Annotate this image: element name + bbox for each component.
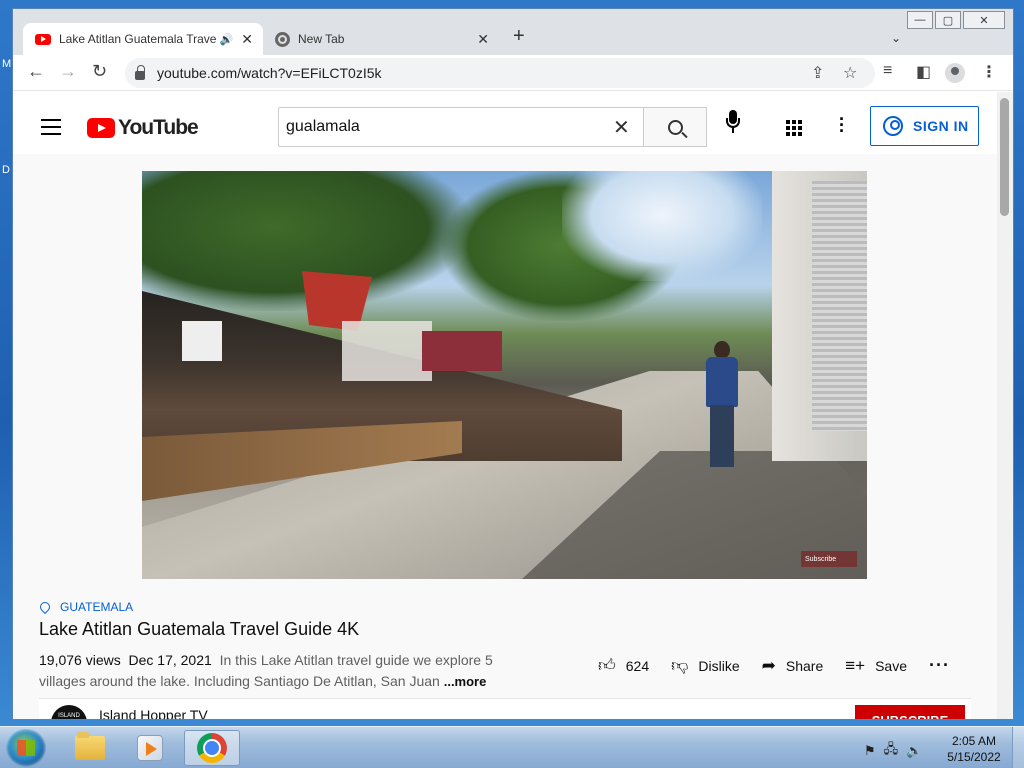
video-title: Lake Atitlan Guatemala Travel Guide 4K [39,619,360,639]
side-panel-icon[interactable]: ◧ [916,62,931,82]
start-button[interactable] [6,729,46,767]
url-text: youtube.com/watch?v=EFiLCT0zI5k [157,65,382,81]
bookmark-star-icon[interactable]: ☆ [843,63,857,83]
video-walking-person [700,341,744,471]
tab-search-chevron-icon[interactable]: ⌄ [891,31,901,45]
tab-title: New Tab [298,32,345,46]
show-desktop-button[interactable] [1012,727,1024,768]
video-description[interactable]: 19,076 views Dec 17, 2021 In this Lake A… [39,650,509,692]
save-button[interactable]: ≡+ Save [845,656,907,676]
title-bar: — ▢ ✕ Lake Atitlan Guatemala Travel Guid… [13,9,1013,55]
hamburger-menu-icon[interactable] [41,119,61,140]
add-to-playlist-icon: ≡+ [845,655,866,675]
tab-new-tab[interactable]: New Tab ✕ [265,23,499,55]
chrome-favicon-icon [275,31,290,47]
maximize-button[interactable]: ▢ [935,11,961,29]
folder-icon [75,732,105,760]
tab-close-icon[interactable]: ✕ [241,31,253,48]
youtube-favicon-icon [35,33,51,45]
settings-kebab-icon[interactable]: · · · [839,110,845,140]
thumbs-down-icon: 👎︎ [671,656,689,675]
desktop-icon-label: D [2,164,10,176]
desktop-icon-label: M [2,58,12,70]
share-page-icon[interactable]: ⇪ [811,63,824,83]
taskbar-explorer[interactable] [62,730,118,766]
dislike-button[interactable]: 👎︎ Dislike [671,655,740,676]
tab-title: Lake Atitlan Guatemala Travel Guide 4K -… [59,32,216,46]
tab-youtube[interactable]: Lake Atitlan Guatemala Travel Guide 4K -… [23,23,263,55]
taskbar-media-player[interactable] [122,730,178,766]
show-more-link[interactable]: ...more [444,674,487,689]
save-label: Save [875,657,908,674]
system-clock[interactable]: 2:05 AM 5/15/2022 [946,733,1002,765]
speaker-icon[interactable]: 🔊 [220,33,234,46]
channel-name[interactable]: Island Hopper TV [99,707,208,719]
back-arrow-icon[interactable]: ← [27,61,45,82]
page-scrollbar[interactable] [997,92,1013,719]
taskbar: ⚑ 🖧 🔈 2:05 AM 5/15/2022 [0,726,1024,768]
address-bar[interactable]: youtube.com/watch?v=EFiLCT0zI5k ⇪ ☆ [125,58,875,88]
lock-icon[interactable] [135,64,145,80]
upload-date: Dec 17, 2021 [128,652,212,668]
reload-icon[interactable]: ↻ [92,61,107,82]
sign-in-label: SIGN IN [913,118,969,134]
clear-search-icon[interactable]: ✕ [613,115,630,140]
share-label: Share [785,657,824,674]
system-tray: ⚑ 🖧 🔈 [864,740,930,762]
browser-toolbar: ← → ↻ youtube.com/watch?v=EFiLCT0zI5k ⇪ … [13,55,1013,91]
media-player-icon [137,735,163,761]
search-button[interactable] [643,107,707,147]
youtube-logo[interactable]: YouTube [87,116,199,140]
forward-arrow-icon[interactable]: → [59,61,77,82]
location-link[interactable]: GUATEMALA [37,599,134,615]
location-label: GUATEMALA [60,600,134,614]
taskbar-chrome[interactable] [184,730,240,766]
youtube-logo-text: YouTube [118,116,199,139]
like-count: 624 [625,657,650,674]
youtube-page: YouTube gualamala ✕ · · · SIGN IN Subscr… [13,92,997,719]
video-actions: 👍︎ 624 👎︎ Dislike ➦ Share ≡+ Save ··· [598,655,950,676]
youtube-header: YouTube gualamala ✕ · · · SIGN IN [13,92,997,154]
network-icon[interactable]: 🖧 [884,740,899,762]
video-player[interactable]: Subscribe [142,171,867,579]
channel-avatar[interactable]: ISLAND HOPPER [51,705,87,719]
media-control-icon[interactable]: ≡ [883,62,892,80]
video-subscribe-watermark[interactable]: Subscribe [801,551,857,567]
search-input[interactable]: gualamala [278,107,643,147]
new-tab-button[interactable]: + [513,25,525,48]
subscribe-button[interactable]: SUBSCRIBE [855,705,965,719]
search-icon [667,119,683,135]
youtube-logo-icon [87,118,115,138]
account-icon [883,116,903,136]
clock-date: 5/15/2022 [947,750,1001,764]
microphone-icon[interactable] [725,110,741,134]
volume-icon[interactable]: 🔈 [906,743,922,759]
close-button[interactable]: ✕ [963,11,1005,29]
channel-row: ISLAND HOPPER Island Hopper TV SUBSCRIBE [39,698,971,719]
share-arrow-icon: ➦ [761,655,776,675]
share-button[interactable]: ➦ Share [762,656,824,676]
window-controls: — ▢ ✕ [905,11,1005,29]
chrome-icon [197,733,227,763]
chrome-menu-icon[interactable]: ⋮ [981,62,997,82]
profile-avatar-icon[interactable] [945,63,965,83]
tab-close-icon[interactable]: ✕ [477,31,489,48]
browser-window: — ▢ ✕ Lake Atitlan Guatemala Travel Guid… [12,8,1014,720]
dislike-label: Dislike [698,657,740,674]
thumbs-up-icon: 👍︎ [598,656,616,675]
clock-time: 2:05 AM [951,734,997,748]
view-count: 19,076 views [39,652,121,668]
location-pin-icon [37,599,53,615]
like-button[interactable]: 👍︎ 624 [598,655,649,676]
minimize-button[interactable]: — [907,11,933,29]
scrollbar-thumb[interactable] [1000,98,1009,216]
sign-in-button[interactable]: SIGN IN [870,106,979,146]
action-center-flag-icon[interactable]: ⚑ [864,743,876,759]
apps-grid-icon[interactable] [786,120,802,136]
more-actions-icon[interactable]: ··· [929,655,950,676]
